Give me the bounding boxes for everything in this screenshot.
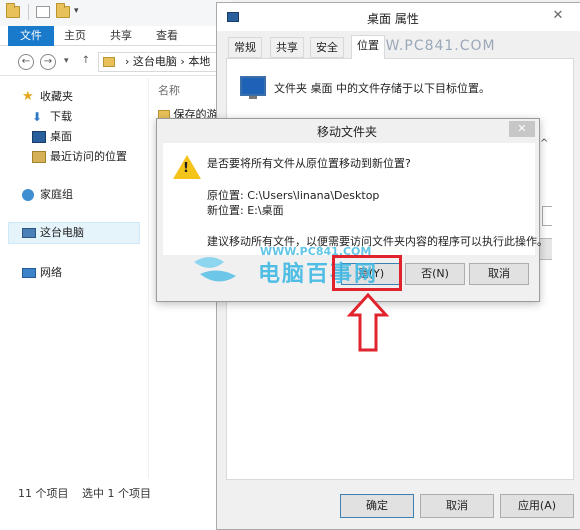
qat-dropdown-icon[interactable]: ▾ [74, 6, 79, 16]
desktop-icon [32, 131, 46, 143]
location-description: 文件夹 桌面 中的文件存储于以下目标位置。 [274, 82, 490, 95]
hidden-text-fragment: ^ [540, 138, 549, 149]
move-cancel-button[interactable]: 取消 [469, 263, 529, 285]
star-icon: ★ [22, 89, 34, 104]
tab-sharing[interactable]: 共享 [270, 37, 304, 58]
nav-this-pc-label: 这台电脑 [40, 226, 84, 239]
new-folder-icon[interactable] [56, 3, 70, 18]
warning-mark: ! [183, 161, 189, 176]
properties-icon[interactable] [36, 6, 50, 18]
up-icon[interactable]: ↑ [78, 54, 94, 70]
close-icon[interactable]: ✕ [509, 121, 535, 137]
move-question: 是否要将所有文件从原位置移动到新位置? [207, 157, 411, 170]
new-location: 新位置: E:\桌面 [207, 204, 284, 217]
forward-icon[interactable]: → [40, 54, 56, 70]
network-icon [22, 268, 36, 278]
recent-dropdown-icon[interactable]: ▾ [64, 56, 69, 66]
desktop-icon [227, 12, 239, 22]
folder-icon[interactable] [6, 3, 20, 18]
tab-general[interactable]: 常规 [228, 37, 262, 58]
no-button[interactable]: 否(N) [405, 263, 465, 285]
move-titlebar[interactable]: 移动文件夹 ✕ [157, 119, 539, 141]
location-path-input[interactable] [542, 206, 552, 226]
nav-desktop-label: 桌面 [50, 130, 72, 143]
address-bar-row: ← → ▾ ↑ › 这台电脑 › 本地 [0, 48, 232, 76]
highlight-box [332, 255, 402, 291]
download-icon: ⬇ [32, 110, 43, 124]
column-header-name[interactable]: 名称 [158, 82, 180, 98]
address-segment-this-pc[interactable]: 这台电脑 [133, 55, 177, 68]
address-separator: › [125, 55, 133, 68]
up-arrow-icon [346, 293, 390, 352]
ribbon-tabs: 文件 主页 共享 查看 [0, 26, 232, 46]
homegroup-icon [22, 189, 34, 201]
tab-security[interactable]: 安全 [310, 37, 344, 58]
tab-view[interactable]: 查看 [152, 26, 182, 46]
properties-titlebar[interactable]: 桌面 属性 ✕ [217, 3, 580, 31]
status-item-count: 11 个项目 [18, 487, 69, 500]
quick-access-toolbar: ▾ [0, 0, 232, 26]
ok-button[interactable]: 确定 [340, 494, 414, 518]
cancel-button[interactable]: 取消 [420, 494, 494, 518]
folder-icon [103, 57, 115, 67]
move-dialog-title: 移动文件夹 [317, 125, 378, 139]
recent-places-icon [32, 151, 46, 163]
watermark-logo-icon [194, 257, 236, 282]
back-icon[interactable]: ← [18, 54, 34, 70]
apply-button[interactable]: 应用(A) [500, 494, 574, 518]
tab-location[interactable]: 位置 [351, 35, 385, 59]
move-dialog-body: ! 是否要将所有文件从原位置移动到新位置? 原位置: C:\Users\lina… [163, 143, 548, 255]
status-selected-count: 选中 1 个项目 [82, 487, 151, 500]
nav-network-label: 网络 [40, 266, 62, 279]
computer-icon [22, 228, 36, 238]
status-bar: 11 个项目 选中 1 个项目 [0, 480, 232, 504]
properties-title: 桌面 属性 [367, 12, 419, 26]
old-location: 原位置: C:\Users\linana\Desktop [207, 189, 380, 202]
nav-downloads-label: 下载 [50, 110, 72, 123]
nav-favorites-label: 收藏夹 [40, 90, 73, 103]
move-advice: 建议移动所有文件，以便需要访问文件夹内容的程序可以执行此操作。 [207, 235, 548, 248]
address-box[interactable]: › 这台电脑 › 本地 [98, 52, 232, 72]
nav-recent-label: 最近访问的位置 [50, 150, 127, 163]
tab-home[interactable]: 主页 [60, 26, 90, 46]
close-icon[interactable]: ✕ [543, 7, 573, 25]
address-separator: › [176, 55, 189, 68]
qat-separator [28, 4, 29, 20]
pane-divider[interactable] [148, 78, 149, 478]
monitor-icon [240, 76, 266, 99]
address-segment-local[interactable]: 本地 [188, 55, 210, 68]
tab-share[interactable]: 共享 [106, 26, 136, 46]
tab-file[interactable]: 文件 [8, 26, 54, 46]
nav-homegroup-label: 家庭组 [40, 188, 73, 201]
